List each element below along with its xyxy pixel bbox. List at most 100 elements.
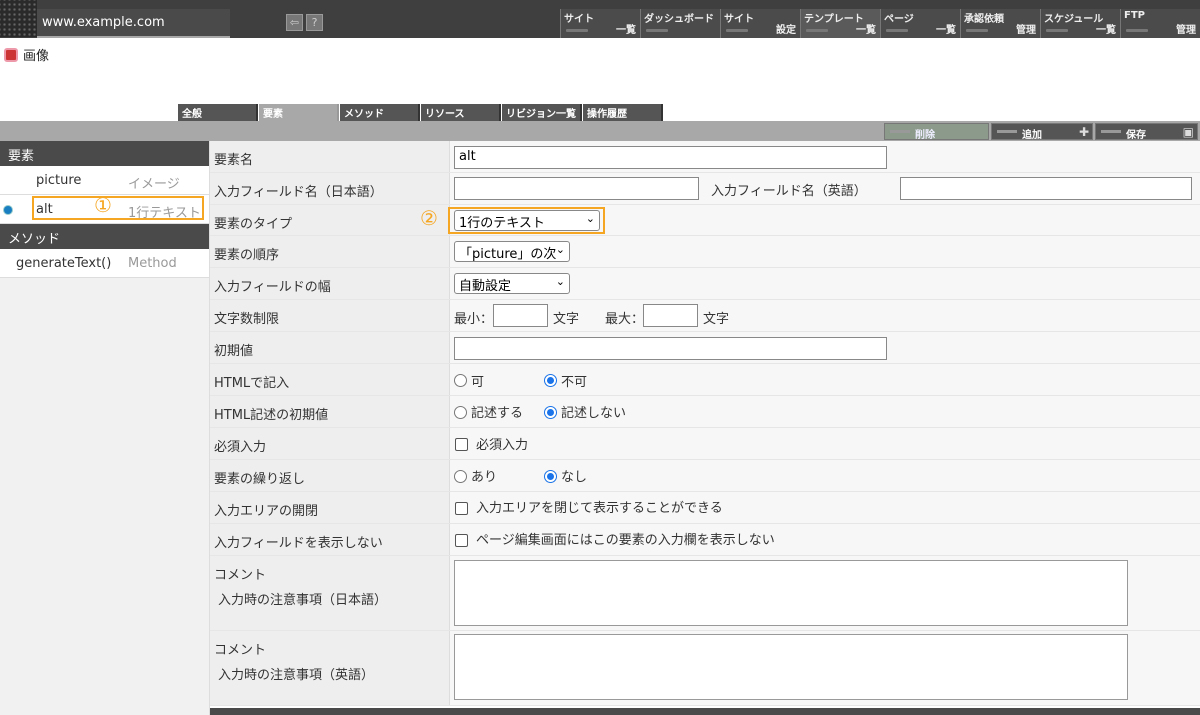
tab-bar: 全般 要素 メソッド リソース リビジョン一覧 操作履歴	[178, 104, 664, 121]
plus-icon: ✚	[1078, 125, 1089, 139]
radio-repeat-no-label: なし	[561, 470, 588, 485]
label-element-type: 要素のタイプ	[210, 205, 450, 235]
radio-html-allow[interactable]	[454, 374, 467, 387]
app-logo[interactable]	[0, 0, 37, 37]
row-element-type: 要素のタイプ 1行のテキスト ⌄ ②	[210, 205, 1200, 236]
row-hide-field: 入力フィールドを表示しない ページ編集画面にはこの要素の入力欄を表示しない	[210, 524, 1200, 556]
radio-repeat-no[interactable]	[544, 470, 557, 483]
site-domain[interactable]: www.example.com	[37, 9, 230, 38]
radio-html-deny-label: 不可	[561, 375, 588, 390]
radio-html-nowrite[interactable]	[544, 406, 557, 419]
nav-schedule[interactable]: スケジュール 一覧	[1040, 9, 1120, 38]
tab-resources[interactable]: リソース	[421, 104, 501, 121]
nav-approval[interactable]: 承認依頼 管理	[960, 9, 1040, 38]
help-icon[interactable]: ?	[306, 14, 323, 31]
image-icon	[4, 47, 18, 62]
element-name-input[interactable]: alt	[454, 146, 887, 169]
field-width-select[interactable]: 自動設定 ⌄	[454, 273, 570, 294]
elements-header: 要素	[0, 141, 209, 166]
label-char-limit: 文字数制限	[210, 300, 450, 331]
action-bar: 削除 追加 ✚ 保存 ▣	[0, 121, 1200, 141]
label-html-input: HTMLで記入	[210, 364, 450, 395]
nav-site-settings[interactable]: サイト 設定	[720, 9, 800, 38]
comment-en-textarea[interactable]	[454, 634, 1128, 700]
radio-repeat-yes-label: あり	[471, 470, 498, 485]
initial-value-input[interactable]	[454, 337, 887, 360]
radio-html-deny[interactable]	[544, 374, 557, 387]
nav-dashboard[interactable]: ダッシュボード	[640, 9, 720, 38]
marker-1: ①	[94, 193, 112, 217]
element-order-select[interactable]: 「picture」の次 ⌄	[454, 241, 570, 262]
element-form: 要素名 alt 入力フィールド名（日本語） 入力フィールド名（英語） 要素のタイ…	[210, 141, 1200, 706]
row-element-name: 要素名 alt	[210, 141, 1200, 173]
save-icon: ▣	[1182, 125, 1194, 139]
required-checkbox-label: 必須入力	[476, 438, 529, 453]
selected-dot-icon	[4, 206, 12, 214]
collapse-checkbox-label: 入力エリアを閉じて表示することができる	[476, 501, 723, 516]
back-arrow-icon[interactable]: ⇦	[286, 14, 303, 31]
radio-html-write-label: 記述する	[471, 406, 524, 421]
method-type: Method	[128, 256, 177, 271]
label-field-name-ja: 入力フィールド名（日本語）	[210, 173, 450, 204]
row-element-order: 要素の順序 「picture」の次 ⌄	[210, 236, 1200, 268]
label-html-initial: HTML記述の初期値	[210, 396, 450, 427]
row-char-limit: 文字数制限 最小： 文字 最大： 文字	[210, 300, 1200, 332]
method-name: generateText()	[16, 256, 112, 271]
label-element-order: 要素の順序	[210, 236, 450, 267]
label-collapse: 入力エリアの開閉	[210, 492, 450, 523]
tab-general[interactable]: 全般	[178, 104, 258, 121]
label-comment-ja-line2: 入力時の注意事項（日本語）	[218, 593, 388, 608]
highlight-box-2	[448, 207, 605, 234]
nav-page-list[interactable]: ページ 一覧	[880, 9, 960, 38]
label-comment-en-line1: コメント	[214, 643, 267, 658]
row-html-input: HTMLで記入 可 不可	[210, 364, 1200, 396]
label-comment-ja: コメント 入力時の注意事項（日本語）	[210, 556, 450, 630]
min-chars-input[interactable]	[493, 304, 548, 327]
max-unit: 文字	[703, 312, 730, 327]
element-name: picture	[36, 173, 82, 188]
tab-revisions[interactable]: リビジョン一覧	[502, 104, 582, 121]
radio-html-write[interactable]	[454, 406, 467, 419]
element-item-picture[interactable]: picture イメージ	[0, 166, 209, 195]
delete-button[interactable]: 削除	[884, 123, 989, 141]
tab-history[interactable]: 操作履歴	[583, 104, 663, 121]
label-field-width: 入力フィールドの幅	[210, 268, 450, 299]
tab-methods[interactable]: メソッド	[340, 104, 420, 121]
label-field-name-en: 入力フィールド名（英語）	[711, 184, 867, 199]
nav-ftp[interactable]: FTP 管理	[1120, 9, 1200, 38]
add-button[interactable]: 追加 ✚	[991, 123, 1093, 141]
label-element-name: 要素名	[210, 141, 450, 172]
max-chars-input[interactable]	[643, 304, 698, 327]
row-field-name: 入力フィールド名（日本語） 入力フィールド名（英語）	[210, 173, 1200, 205]
radio-html-nowrite-label: 記述しない	[561, 406, 627, 421]
label-repeat: 要素の繰り返し	[210, 460, 450, 491]
nav-site-list[interactable]: サイト 一覧	[560, 9, 640, 38]
max-label: 最大：	[605, 312, 645, 327]
row-initial-value: 初期値	[210, 332, 1200, 364]
nav-template-list[interactable]: テンプレート 一覧	[800, 9, 880, 38]
row-comment-ja: コメント 入力時の注意事項（日本語）	[210, 556, 1200, 631]
required-checkbox[interactable]	[455, 438, 468, 451]
field-name-en-input[interactable]	[900, 177, 1192, 200]
methods-header: メソッド	[0, 224, 209, 249]
label-comment-en-line2: 入力時の注意事項（英語）	[218, 668, 375, 683]
row-required: 必須入力 必須入力	[210, 428, 1200, 460]
radio-repeat-yes[interactable]	[454, 470, 467, 483]
tab-elements[interactable]: 要素	[259, 104, 339, 121]
label-initial-value: 初期値	[210, 332, 450, 363]
row-field-width: 入力フィールドの幅 自動設定 ⌄	[210, 268, 1200, 300]
method-item-generatetext[interactable]: generateText() Method	[0, 249, 209, 278]
hide-field-checkbox[interactable]	[455, 534, 468, 547]
row-comment-en: コメント 入力時の注意事項（英語）	[210, 631, 1200, 706]
save-button[interactable]: 保存 ▣	[1095, 123, 1198, 141]
page-title-label: 画像	[23, 49, 50, 64]
highlight-box-1	[32, 196, 204, 220]
field-name-ja-input[interactable]	[454, 177, 699, 200]
min-label: 最小：	[454, 312, 494, 327]
row-collapse: 入力エリアの開閉 入力エリアを閉じて表示することができる	[210, 492, 1200, 524]
marker-2: ②	[420, 206, 438, 230]
comment-ja-textarea[interactable]	[454, 560, 1128, 626]
collapse-checkbox[interactable]	[455, 502, 468, 515]
chevron-down-icon: ⌄	[555, 275, 565, 288]
row-repeat: 要素の繰り返し あり なし	[210, 460, 1200, 492]
